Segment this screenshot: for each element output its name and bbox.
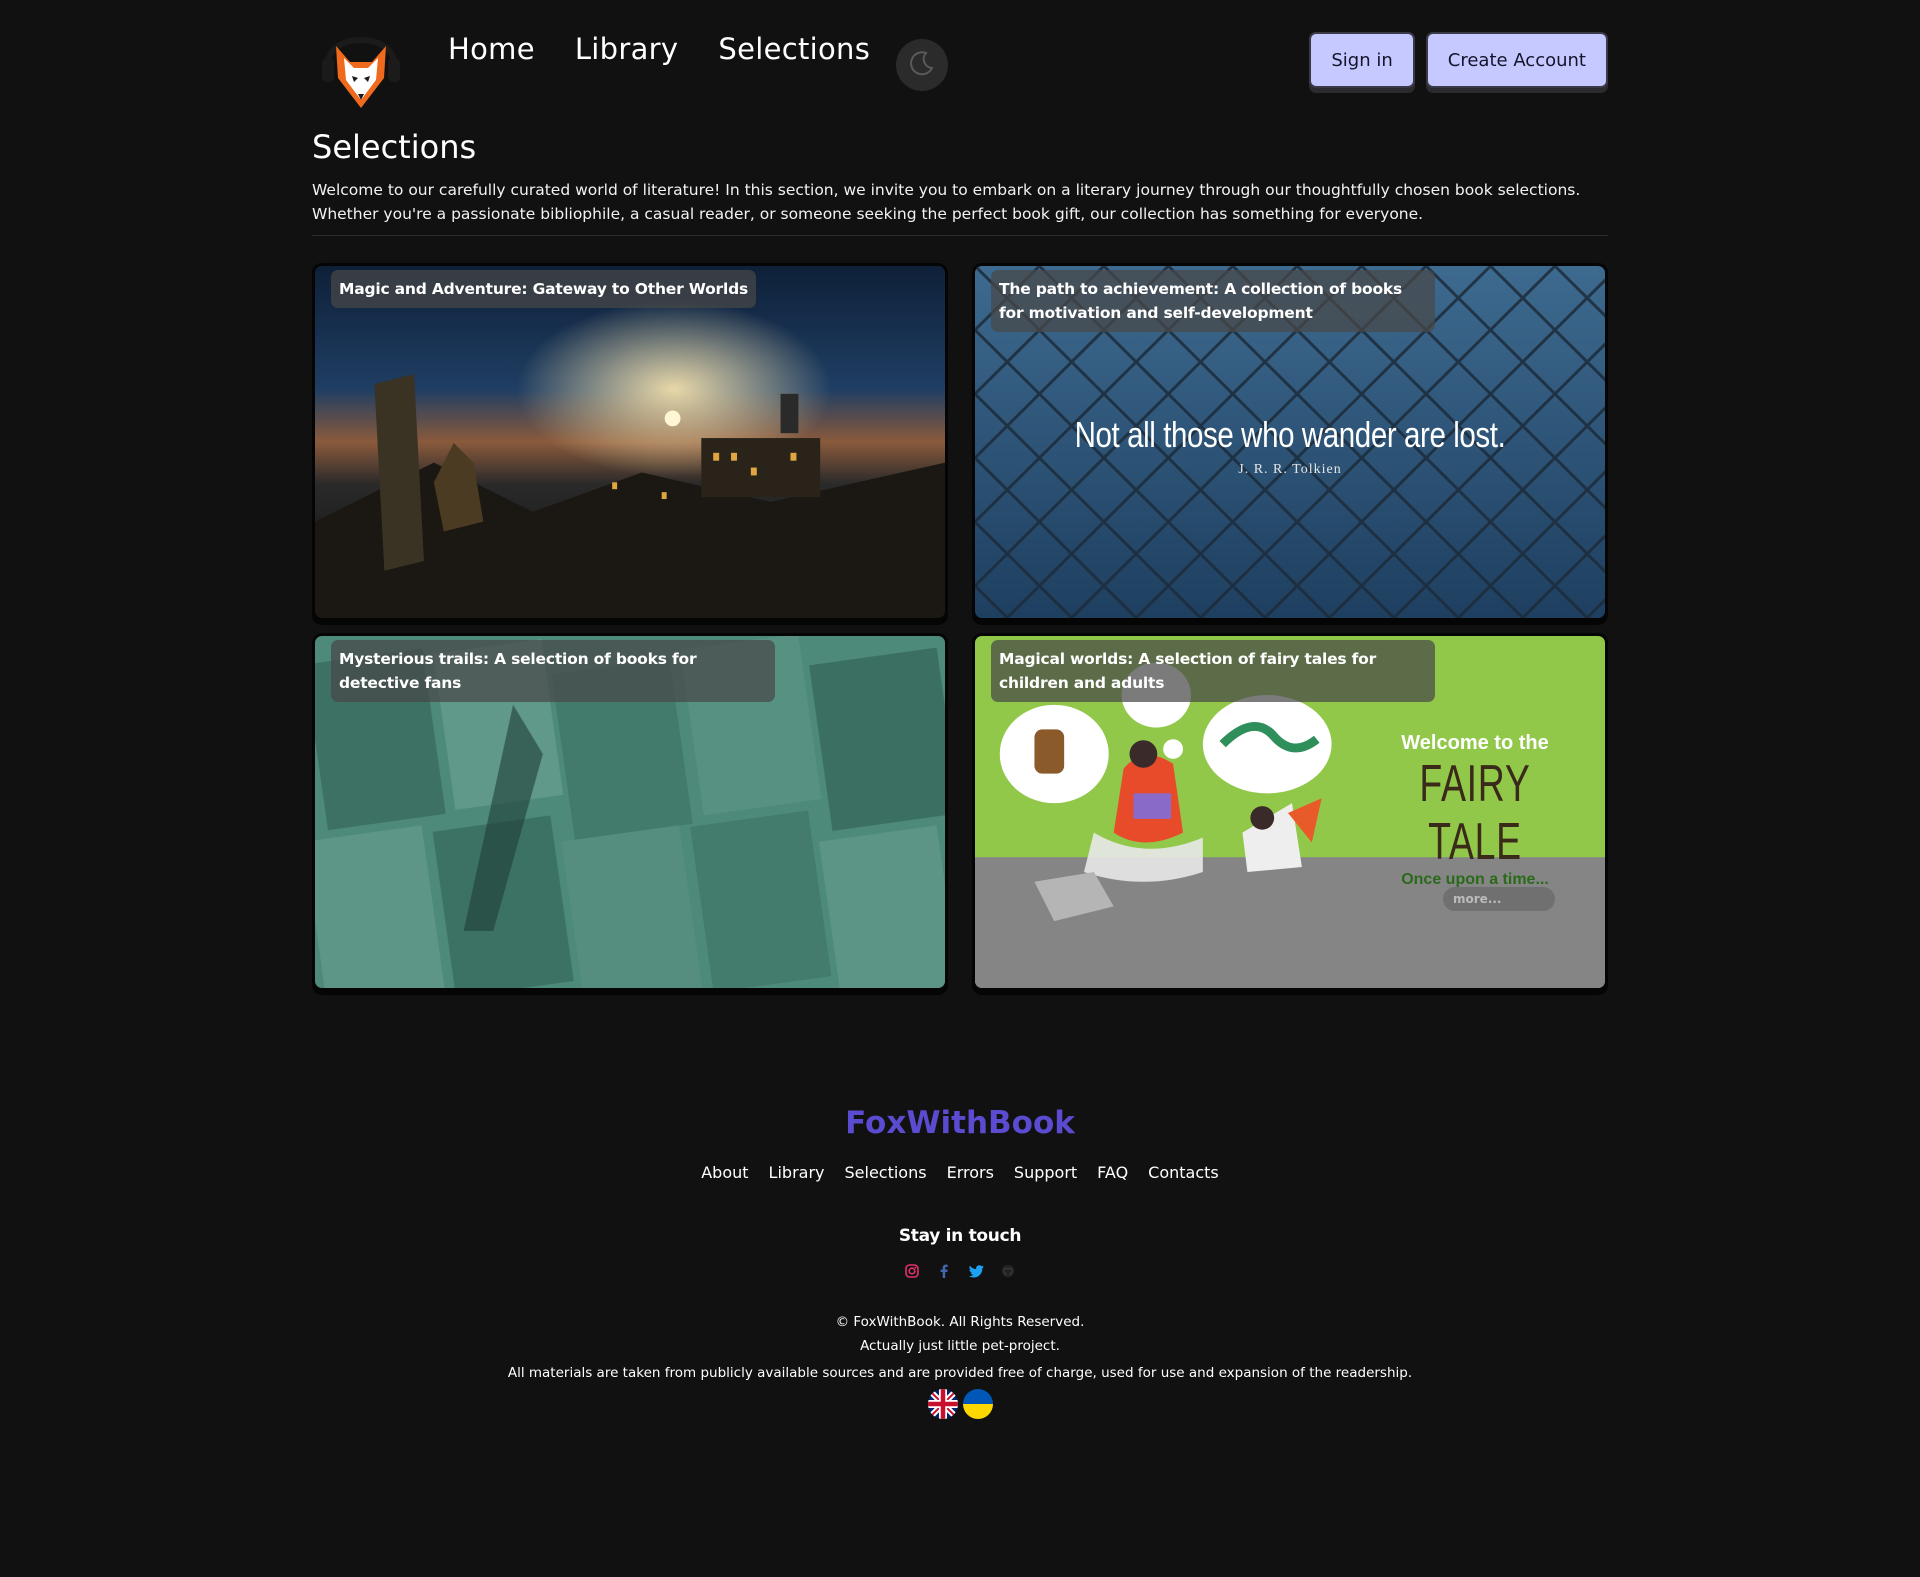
fairy-tale-banner: Welcome to the FAIRY TALE Once upon a ti…: [1375, 732, 1575, 889]
instagram-icon[interactable]: [903, 1262, 921, 1280]
main-nav: Home Library Selections: [448, 32, 870, 66]
selection-card-mysterious-trails[interactable]: Mysterious trails: A selection of books …: [312, 633, 948, 991]
footer-link-library[interactable]: Library: [769, 1163, 825, 1182]
uk-flag-icon[interactable]: [927, 1389, 958, 1419]
nav-library-link[interactable]: Library: [575, 32, 679, 66]
page-title: Selections: [312, 128, 477, 166]
card-title: The path to achievement: A collection of…: [991, 270, 1435, 332]
selection-card-path-to-achievement[interactable]: Not all those who wander are lost. J. R.…: [972, 263, 1608, 621]
ukraine-flag-icon[interactable]: [962, 1389, 993, 1419]
twitter-icon[interactable]: [967, 1262, 985, 1280]
fairy-big-text: FAIRY TALE: [1419, 755, 1531, 871]
language-switcher: [312, 1389, 1608, 1419]
selections-grid: Magic and Adventure: Gateway to Other Wo…: [312, 263, 1608, 991]
materials-note: All materials are taken from publicly av…: [507, 1365, 1413, 1381]
fairy-more-badge: more...: [1443, 887, 1555, 911]
selection-card-magic-adventure[interactable]: Magic and Adventure: Gateway to Other Wo…: [312, 263, 948, 621]
intro-section: Selections Welcome to our carefully cura…: [312, 128, 1608, 226]
card-title: Mysterious trails: A selection of books …: [331, 640, 775, 702]
pet-project-text: Actually just little pet-project.: [860, 1338, 1060, 1354]
footer-link-support[interactable]: Support: [1014, 1163, 1077, 1182]
site-header: Home Library Selections Sign in Create A…: [312, 12, 1608, 116]
github-icon[interactable]: [999, 1262, 1017, 1280]
page-description: Welcome to our carefully curated world o…: [312, 181, 1581, 223]
copyright-text: © FoxWithBook. All Rights Reserved.: [835, 1314, 1085, 1330]
social-links: [312, 1262, 1608, 1280]
footer-nav: About Library Selections Errors Support …: [312, 1163, 1608, 1182]
auth-buttons: Sign in Create Account: [1309, 32, 1608, 88]
moon-icon: [907, 48, 937, 82]
nav-home-link[interactable]: Home: [448, 32, 535, 66]
facebook-icon[interactable]: [935, 1262, 953, 1280]
stay-in-touch-heading: Stay in touch: [898, 1226, 1022, 1246]
fairy-welcome-text: Welcome to the: [1401, 732, 1549, 754]
card-title: Magic and Adventure: Gateway to Other Wo…: [331, 270, 757, 308]
create-account-button[interactable]: Create Account: [1425, 32, 1608, 88]
card-title: Magical worlds: A selection of fairy tal…: [991, 640, 1435, 702]
footer-link-about[interactable]: About: [701, 1163, 748, 1182]
nav-selections-link[interactable]: Selections: [718, 32, 870, 66]
copyright-block: © FoxWithBook. All Rights Reserved. Actu…: [312, 1310, 1608, 1358]
quote-text: Not all those who wander are lost.: [1074, 414, 1506, 455]
sign-in-button[interactable]: Sign in: [1309, 32, 1415, 88]
theme-toggle-button[interactable]: [896, 39, 948, 91]
site-footer: FoxWithBook About Library Selections Err…: [312, 1105, 1608, 1419]
footer-link-contacts[interactable]: Contacts: [1148, 1163, 1219, 1182]
footer-link-selections[interactable]: Selections: [845, 1163, 927, 1182]
footer-link-errors[interactable]: Errors: [947, 1163, 994, 1182]
selection-card-magical-worlds[interactable]: Welcome to the FAIRY TALE Once upon a ti…: [972, 633, 1608, 991]
magic-adventure-image: [315, 266, 945, 618]
footer-link-faq[interactable]: FAQ: [1097, 1163, 1128, 1182]
quote-author: J. R. R. Tolkien: [1238, 462, 1342, 477]
divider: [312, 235, 1608, 236]
footer-brand: FoxWithBook: [845, 1105, 1075, 1141]
fox-logo[interactable]: [318, 18, 404, 114]
